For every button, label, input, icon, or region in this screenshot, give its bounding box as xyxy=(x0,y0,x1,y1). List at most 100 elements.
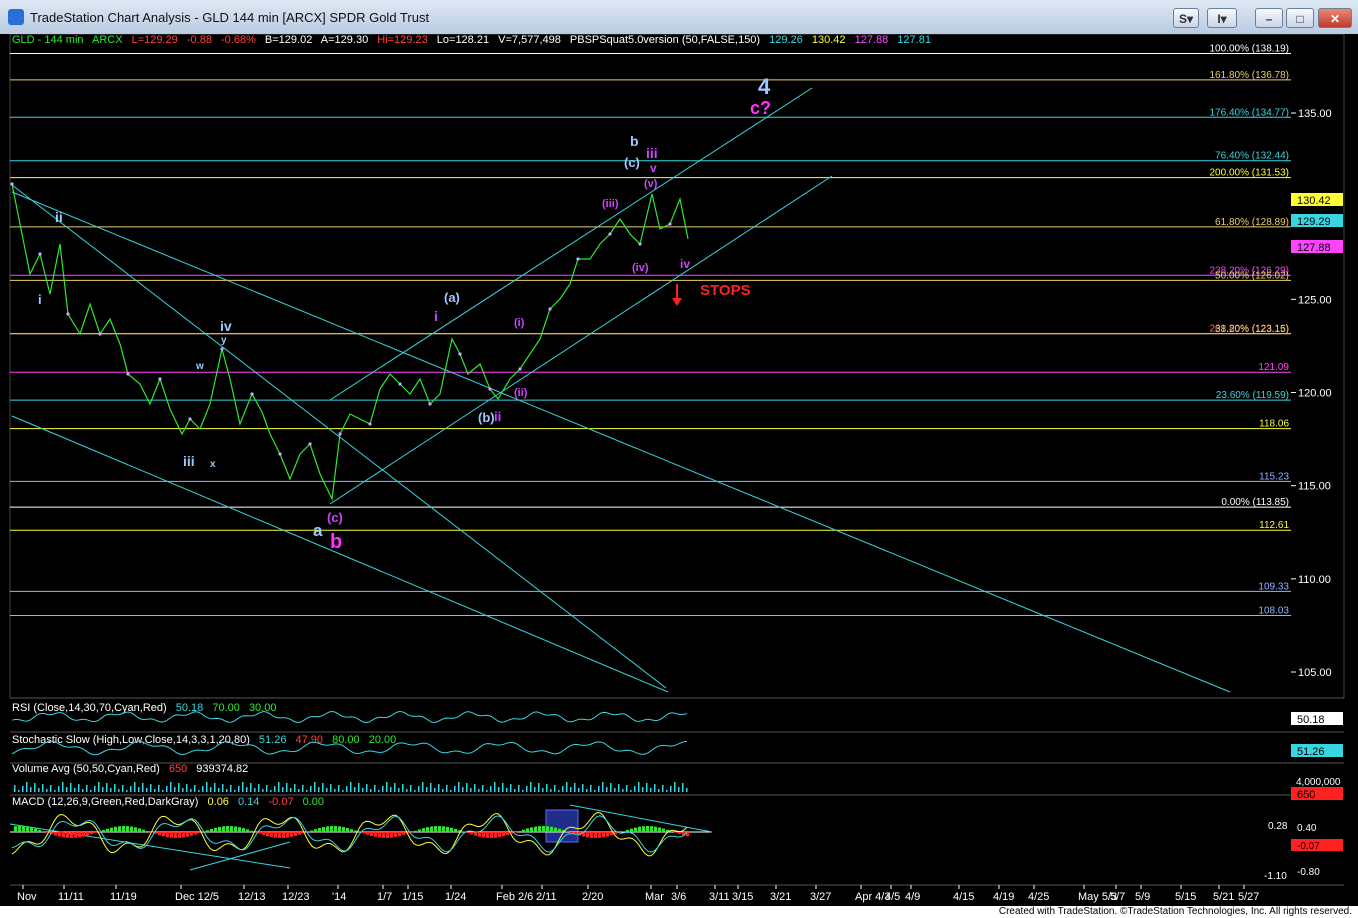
price-pivot-dot xyxy=(10,182,14,186)
macd-v1: 0.06 xyxy=(208,796,229,808)
volume-bar xyxy=(582,784,584,792)
stochastic-panel[interactable]: Stochastic Slow (High,Low,Close,14,3,3,1… xyxy=(11,734,1343,758)
s-menu-button[interactable]: S▾ xyxy=(1173,8,1199,28)
volume-bar xyxy=(74,788,76,792)
fib-level-label: 109.33 xyxy=(1258,581,1289,592)
maximize-button[interactable]: □ xyxy=(1286,8,1314,28)
rsi-panel[interactable]: RSI (Close,14,30,70,Cyan,Red) 50.18 70.0… xyxy=(11,702,1343,726)
volume-bar xyxy=(686,788,688,792)
volume-bar xyxy=(542,788,544,792)
macd-panel[interactable]: MACD (12,26,9,Green,Red,DarkGray) 0.06 0… xyxy=(9,796,1343,882)
date-label: 3/6 xyxy=(671,891,686,903)
price-series[interactable] xyxy=(11,183,689,502)
volume-bar xyxy=(234,790,236,792)
macd-hist-bar xyxy=(414,830,417,832)
chart-canvas[interactable]: GLD - 144 min ARCX L=129.29 -0.88 -0.68%… xyxy=(0,33,1358,906)
volume-bar xyxy=(422,782,424,792)
volume-bar xyxy=(14,785,16,792)
volume-bar xyxy=(674,782,676,792)
header-symbol: GLD - 144 min xyxy=(12,34,84,46)
macd-hist-bar xyxy=(314,829,317,832)
volume-bar xyxy=(142,783,144,792)
macd-hist-bar xyxy=(494,832,497,838)
macd-hist-bar xyxy=(630,828,633,832)
fib-level-label: 115.23 xyxy=(1259,471,1289,482)
macd-hist-bar xyxy=(478,832,481,837)
minimize-button[interactable]: – xyxy=(1255,8,1283,28)
macd-hist-bar xyxy=(18,826,21,832)
chart-area[interactable]: GLD - 144 min ARCX L=129.29 -0.88 -0.68%… xyxy=(0,33,1358,906)
volume-bar xyxy=(38,788,40,792)
volume-bar xyxy=(18,790,20,792)
volume-bar xyxy=(618,784,620,792)
volume-bar xyxy=(246,787,248,792)
volume-name: Volume Avg (50,50,Cyan,Red) xyxy=(12,763,160,775)
macd-hist-bar xyxy=(66,832,69,838)
header-lo: Lo=128.21 xyxy=(437,34,489,46)
macd-hist-bar xyxy=(550,826,553,832)
date-axis[interactable]: Nov 11/11 11/19 Dec 12/5 12/13 12/23 '14 1/7 1/1… xyxy=(17,885,1259,903)
volume-bar xyxy=(102,787,104,792)
date-label: 5/21 xyxy=(1213,891,1234,903)
volume-bar xyxy=(190,789,192,792)
price-pivot-dot xyxy=(220,347,224,351)
volume-bar xyxy=(94,786,96,792)
volume-bar xyxy=(250,783,252,792)
dropdown-arrow-icon: ▾ xyxy=(1220,12,1227,26)
volume-bar xyxy=(158,785,160,792)
trendline[interactable] xyxy=(11,191,1231,693)
volume-bar xyxy=(522,790,524,792)
trendline[interactable] xyxy=(11,415,669,693)
footer-text: Created with TradeStation. ©TradeStation… xyxy=(998,906,1352,917)
close-button[interactable]: ✕ xyxy=(1318,8,1352,28)
trendline[interactable] xyxy=(329,87,813,401)
date-label: 1/15 xyxy=(402,891,423,903)
macd-hist-bar xyxy=(402,832,405,835)
maximize-icon: □ xyxy=(1296,12,1304,26)
volume-bar xyxy=(270,790,272,792)
volume-bar xyxy=(286,783,288,792)
volume-bar xyxy=(346,786,348,792)
volume-bar xyxy=(166,786,168,792)
macd-hist-bar xyxy=(566,831,569,832)
volume-bar xyxy=(402,784,404,792)
wave-label: c? xyxy=(750,98,771,118)
macd-hist-bar xyxy=(162,832,165,837)
macd-hist-bar xyxy=(430,826,433,832)
fib-levels-layer: 100.00% (138.19) 161.80% (136.78) 176.40% … xyxy=(10,44,1291,617)
volume-bar xyxy=(362,788,364,792)
price-pivot-dot xyxy=(338,432,342,436)
macd-hist-bar xyxy=(662,828,665,832)
date-label: 4/15 xyxy=(953,891,974,903)
macd-hist-bar xyxy=(122,826,125,832)
volume-bar xyxy=(474,784,476,792)
macd-hist-bar xyxy=(378,832,381,838)
price-pivot-dot xyxy=(428,402,432,406)
current-price-tag-text: 129.29 xyxy=(1297,216,1331,228)
macd-series[interactable] xyxy=(11,812,688,857)
date-label: 4/5 xyxy=(885,891,900,903)
macd-hist-bar xyxy=(214,827,217,832)
date-label: 3/21 xyxy=(770,891,791,903)
macd-hist-bar xyxy=(602,832,605,838)
stoch-v2: 47.90 xyxy=(296,734,324,746)
macd-hist-bar xyxy=(658,827,661,832)
macd-hist-bar xyxy=(498,832,501,838)
trendline[interactable] xyxy=(11,184,667,689)
rsi-tag-text: 50.18 xyxy=(1297,714,1325,726)
volume-bar xyxy=(162,790,164,792)
volume-bar xyxy=(442,789,444,792)
date-label: 3/27 xyxy=(810,891,831,903)
rsi-v2: 70.00 xyxy=(212,702,240,714)
volume-bar xyxy=(410,785,412,792)
volume-bar xyxy=(450,790,452,792)
date-label: 5/7 xyxy=(1110,891,1125,903)
macd-hist-bar xyxy=(538,826,541,832)
volume-bar xyxy=(294,784,296,792)
macd-hist-bar xyxy=(182,832,185,838)
macd-hist-bar xyxy=(350,829,353,832)
price-pivot-dot xyxy=(66,312,70,316)
i-menu-button[interactable]: I▾ xyxy=(1207,8,1237,28)
trendline[interactable] xyxy=(329,175,833,505)
macd-hist-bar xyxy=(626,829,629,832)
